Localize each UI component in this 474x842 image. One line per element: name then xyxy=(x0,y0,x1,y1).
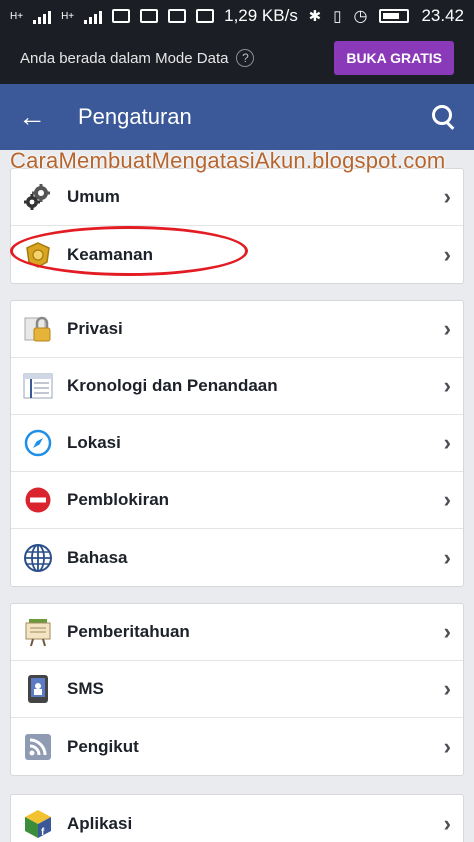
data-mode-text: Anda berada dalam Mode Data xyxy=(20,49,229,67)
battery-icon xyxy=(379,9,410,23)
settings-item-label: Pemblokiran xyxy=(67,490,170,509)
settings-group-privacy: Privasi › Kronologi dan Penandaan › Loka… xyxy=(10,300,464,587)
lock-icon xyxy=(23,314,53,344)
page-title: Pengaturan xyxy=(78,104,192,129)
data-speed: 1,29 KB/s xyxy=(224,6,298,25)
chevron-right-icon: › xyxy=(443,430,451,455)
settings-item-pengikut[interactable]: Pengikut › xyxy=(11,718,463,775)
settings-item-sms[interactable]: SMS › xyxy=(11,661,463,718)
settings-item-label: Umum xyxy=(67,187,120,206)
settings-item-label: Pengikut xyxy=(67,736,139,756)
highlight-ellipse xyxy=(10,226,248,276)
chevron-right-icon: › xyxy=(443,184,451,209)
chevron-right-icon: › xyxy=(443,241,451,267)
settings-item-label: Pemberitahuan xyxy=(67,622,190,641)
clock: 23.42 xyxy=(421,6,464,25)
blog-watermark: CaraMembuatMengatasiAkun.blogspot.com xyxy=(10,148,446,173)
settings-group-apps: f Aplikasi › xyxy=(10,794,464,842)
chevron-right-icon: › xyxy=(443,373,451,398)
chevron-right-icon: › xyxy=(443,316,451,341)
settings-item-bahasa[interactable]: Bahasa › xyxy=(11,529,463,586)
settings-item-label: Lokasi xyxy=(67,433,121,452)
compass-icon xyxy=(23,428,53,458)
bbm-icon xyxy=(112,9,131,23)
settings-item-pemblokiran[interactable]: Pemblokiran › xyxy=(11,472,463,529)
buka-gratis-button[interactable]: BUKA GRATIS xyxy=(334,41,454,75)
network-type-2: H+ xyxy=(61,10,75,22)
chevron-right-icon: › xyxy=(443,487,451,512)
settings-item-label: Privasi xyxy=(67,319,123,338)
settings-item-label: Aplikasi xyxy=(67,813,133,833)
settings-item-label: Kronologi dan Penandaan xyxy=(67,376,278,395)
app-cube-icon: f xyxy=(23,809,53,839)
settings-item-kronologi[interactable]: Kronologi dan Penandaan › xyxy=(11,358,463,415)
status-bar: H+ H+ 1,29 KB/s ✱ ▯ ◷ 23.42 xyxy=(0,0,474,32)
chevron-right-icon: › xyxy=(443,676,451,701)
block-icon xyxy=(23,485,53,515)
settings-item-privasi[interactable]: Privasi › xyxy=(11,301,463,358)
settings-item-lokasi[interactable]: Lokasi › xyxy=(11,415,463,472)
app-bar: ← Pengaturan xyxy=(0,84,474,150)
signal-icon-2 xyxy=(84,8,103,24)
mail-icon xyxy=(196,9,215,23)
timeline-icon xyxy=(23,371,53,401)
chevron-right-icon: › xyxy=(443,733,451,759)
alarm-icon: ◷ xyxy=(353,8,368,25)
gallery-icon xyxy=(140,9,159,23)
help-icon[interactable]: ? xyxy=(236,49,255,67)
network-type-1: H+ xyxy=(10,10,24,22)
bluetooth-icon: ✱ xyxy=(308,8,322,25)
settings-item-label: SMS xyxy=(67,679,104,698)
settings-group-notifications: Pemberitahuan › SMS › Pengikut › xyxy=(10,603,464,776)
chevron-right-icon: › xyxy=(443,544,451,570)
vibrate-icon: ▯ xyxy=(333,8,342,25)
signal-icon-1 xyxy=(33,8,52,24)
gears-icon xyxy=(23,182,53,212)
phone-icon xyxy=(23,674,53,704)
globe-icon xyxy=(23,543,53,573)
data-mode-bar: Anda berada dalam Mode Data ? BUKA GRATI… xyxy=(0,32,474,84)
settings-item-umum[interactable]: Umum › xyxy=(11,169,463,226)
search-icon[interactable] xyxy=(432,105,456,129)
chevron-right-icon: › xyxy=(443,619,451,644)
notice-board-icon xyxy=(23,617,53,647)
back-arrow-icon[interactable]: ← xyxy=(18,101,48,133)
rss-icon xyxy=(23,732,53,762)
settings-item-aplikasi[interactable]: f Aplikasi › xyxy=(11,795,463,842)
settings-item-label: Bahasa xyxy=(67,547,128,567)
bbm-notification-icon xyxy=(168,9,187,23)
settings-item-pemberitahuan[interactable]: Pemberitahuan › xyxy=(11,604,463,661)
chevron-right-icon: › xyxy=(443,810,451,836)
